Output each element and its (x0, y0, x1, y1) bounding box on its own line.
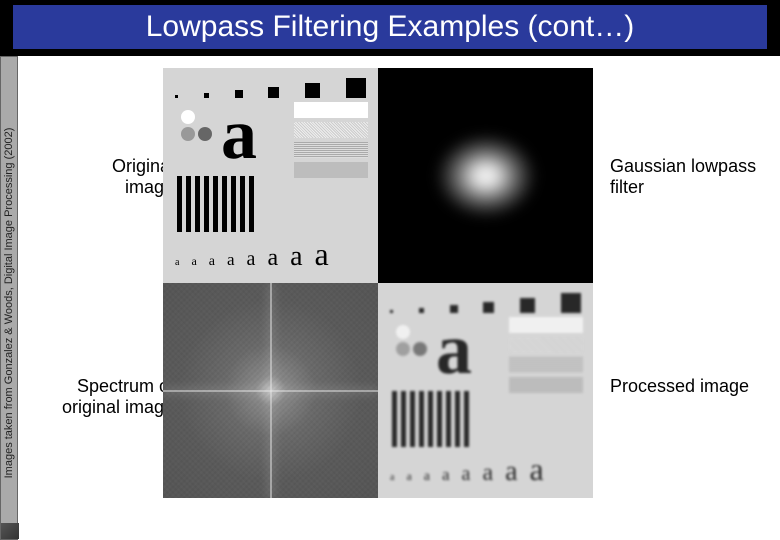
a-row-text: a a a a a a a a (390, 451, 581, 488)
image-grid: a a a a a a a a a (163, 68, 593, 498)
title-bar: Lowpass Filtering Examples (cont…) (0, 0, 780, 56)
spectrum-v-line-icon (270, 283, 272, 498)
texture-stack-icon (509, 317, 583, 397)
dots-icon (181, 110, 212, 141)
label-original: Original image (74, 156, 174, 198)
slide-title-text: Lowpass Filtering Examples (cont…) (146, 10, 635, 44)
label-spectrum: Spectrum of original image (60, 376, 174, 418)
a-row-text: a a a a a a a a (175, 236, 366, 273)
panel-processed: a a a a a a a a a (378, 283, 593, 498)
slide-title: Lowpass Filtering Examples (cont…) (12, 4, 768, 50)
big-a-glyph: a (436, 313, 472, 385)
label-processed: Processed image (610, 376, 780, 397)
gaussian-blob-icon (426, 126, 546, 226)
panel-spectrum (163, 283, 378, 498)
squares-row-icon (390, 293, 581, 313)
slide-body: Original image Gaussian lowpass filter S… (18, 68, 780, 540)
bars-icon (177, 176, 267, 232)
texture-stack-icon (294, 102, 368, 182)
credit-thumb-icon (1, 523, 19, 539)
bars-icon (392, 391, 482, 447)
squares-row-icon (175, 78, 366, 98)
label-filter: Gaussian lowpass filter (610, 156, 780, 198)
credit-text: Images taken from Gonzalez & Woods, Digi… (3, 67, 15, 539)
credit-sidebar: Images taken from Gonzalez & Woods, Digi… (0, 56, 18, 540)
dots-icon (396, 325, 427, 356)
big-a-glyph: a (221, 98, 257, 170)
panel-filter (378, 68, 593, 283)
panel-original: a a a a a a a a a (163, 68, 378, 283)
